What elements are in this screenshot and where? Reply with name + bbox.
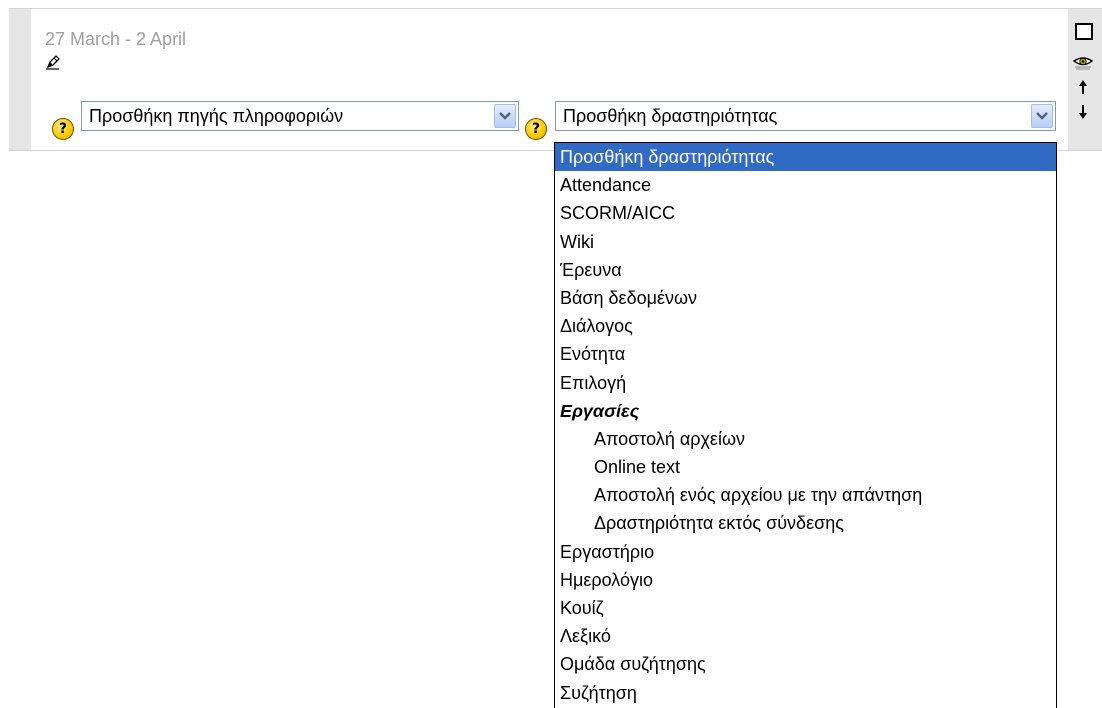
dropdown-option[interactable]: Προσθήκη δραστηριότητας xyxy=(555,143,1056,172)
help-icon[interactable]: ? xyxy=(525,118,547,140)
arrow-up-icon[interactable] xyxy=(1078,79,1088,95)
dropdown-option[interactable]: Ομάδα συζήτησης xyxy=(555,650,1056,678)
dropdown-option[interactable]: Ενότητα xyxy=(555,340,1056,368)
add-resource-select[interactable]: Προσθήκη πηγής πληροφοριών xyxy=(81,101,519,131)
dropdown-option[interactable]: Λεξικό xyxy=(555,622,1056,650)
dropdown-option[interactable]: Wiki xyxy=(555,228,1056,256)
dropdown-option[interactable]: Αποστολή αρχείων xyxy=(555,425,1056,453)
dropdown-option[interactable]: Κουίζ xyxy=(555,594,1056,622)
course-page: 27 March - 2 April ? Προσθήκη πηγής πληρ… xyxy=(0,0,1102,708)
chevron-down-icon[interactable] xyxy=(494,104,516,128)
dropdown-option[interactable]: Επιλογή xyxy=(555,369,1056,397)
dropdown-option[interactable]: Αποστολή ενός αρχείου με την απάντηση xyxy=(555,481,1056,509)
dropdown-option[interactable]: SCORM/AICC xyxy=(555,199,1056,227)
dropdown-option[interactable]: Εργαστήριο xyxy=(555,538,1056,566)
add-resource-select-value: Προσθήκη πηγής πληροφοριών xyxy=(89,106,344,126)
week-title: 27 March - 2 April xyxy=(45,29,187,49)
dropdown-option[interactable]: Βάση δεδομένων xyxy=(555,284,1056,312)
dropdown-option-group: Εργασίες xyxy=(560,400,640,421)
dropdown-option[interactable]: Συζήτηση xyxy=(555,679,1056,707)
section-left-strip xyxy=(9,8,31,151)
dropdown-option[interactable]: Διάλογος xyxy=(555,312,1056,340)
arrow-down-icon[interactable] xyxy=(1078,104,1088,120)
add-activity-select[interactable]: Προσθήκη δραστηριότητας xyxy=(555,101,1056,131)
dropdown-option[interactable]: Ημερολόγιο xyxy=(555,566,1056,594)
pencil-icon[interactable] xyxy=(45,54,61,70)
dropdown-option[interactable]: Δραστηριότητα εκτός σύνδεσης xyxy=(555,509,1056,537)
add-activity-select-value: Προσθήκη δραστηριότητας xyxy=(563,106,778,126)
square-icon[interactable] xyxy=(1075,23,1093,40)
dropdown-option[interactable]: Online text xyxy=(555,453,1056,481)
dropdown-option[interactable]: Έρευνα xyxy=(555,256,1056,284)
chevron-down-icon[interactable] xyxy=(1031,104,1053,128)
dropdown-option[interactable]: Attendance xyxy=(555,171,1056,199)
help-icon[interactable]: ? xyxy=(52,118,74,140)
eye-icon[interactable] xyxy=(1072,55,1094,71)
activity-dropdown-list[interactable]: Προσθήκη δραστηριότητας Attendance SCORM/A… xyxy=(554,142,1057,708)
